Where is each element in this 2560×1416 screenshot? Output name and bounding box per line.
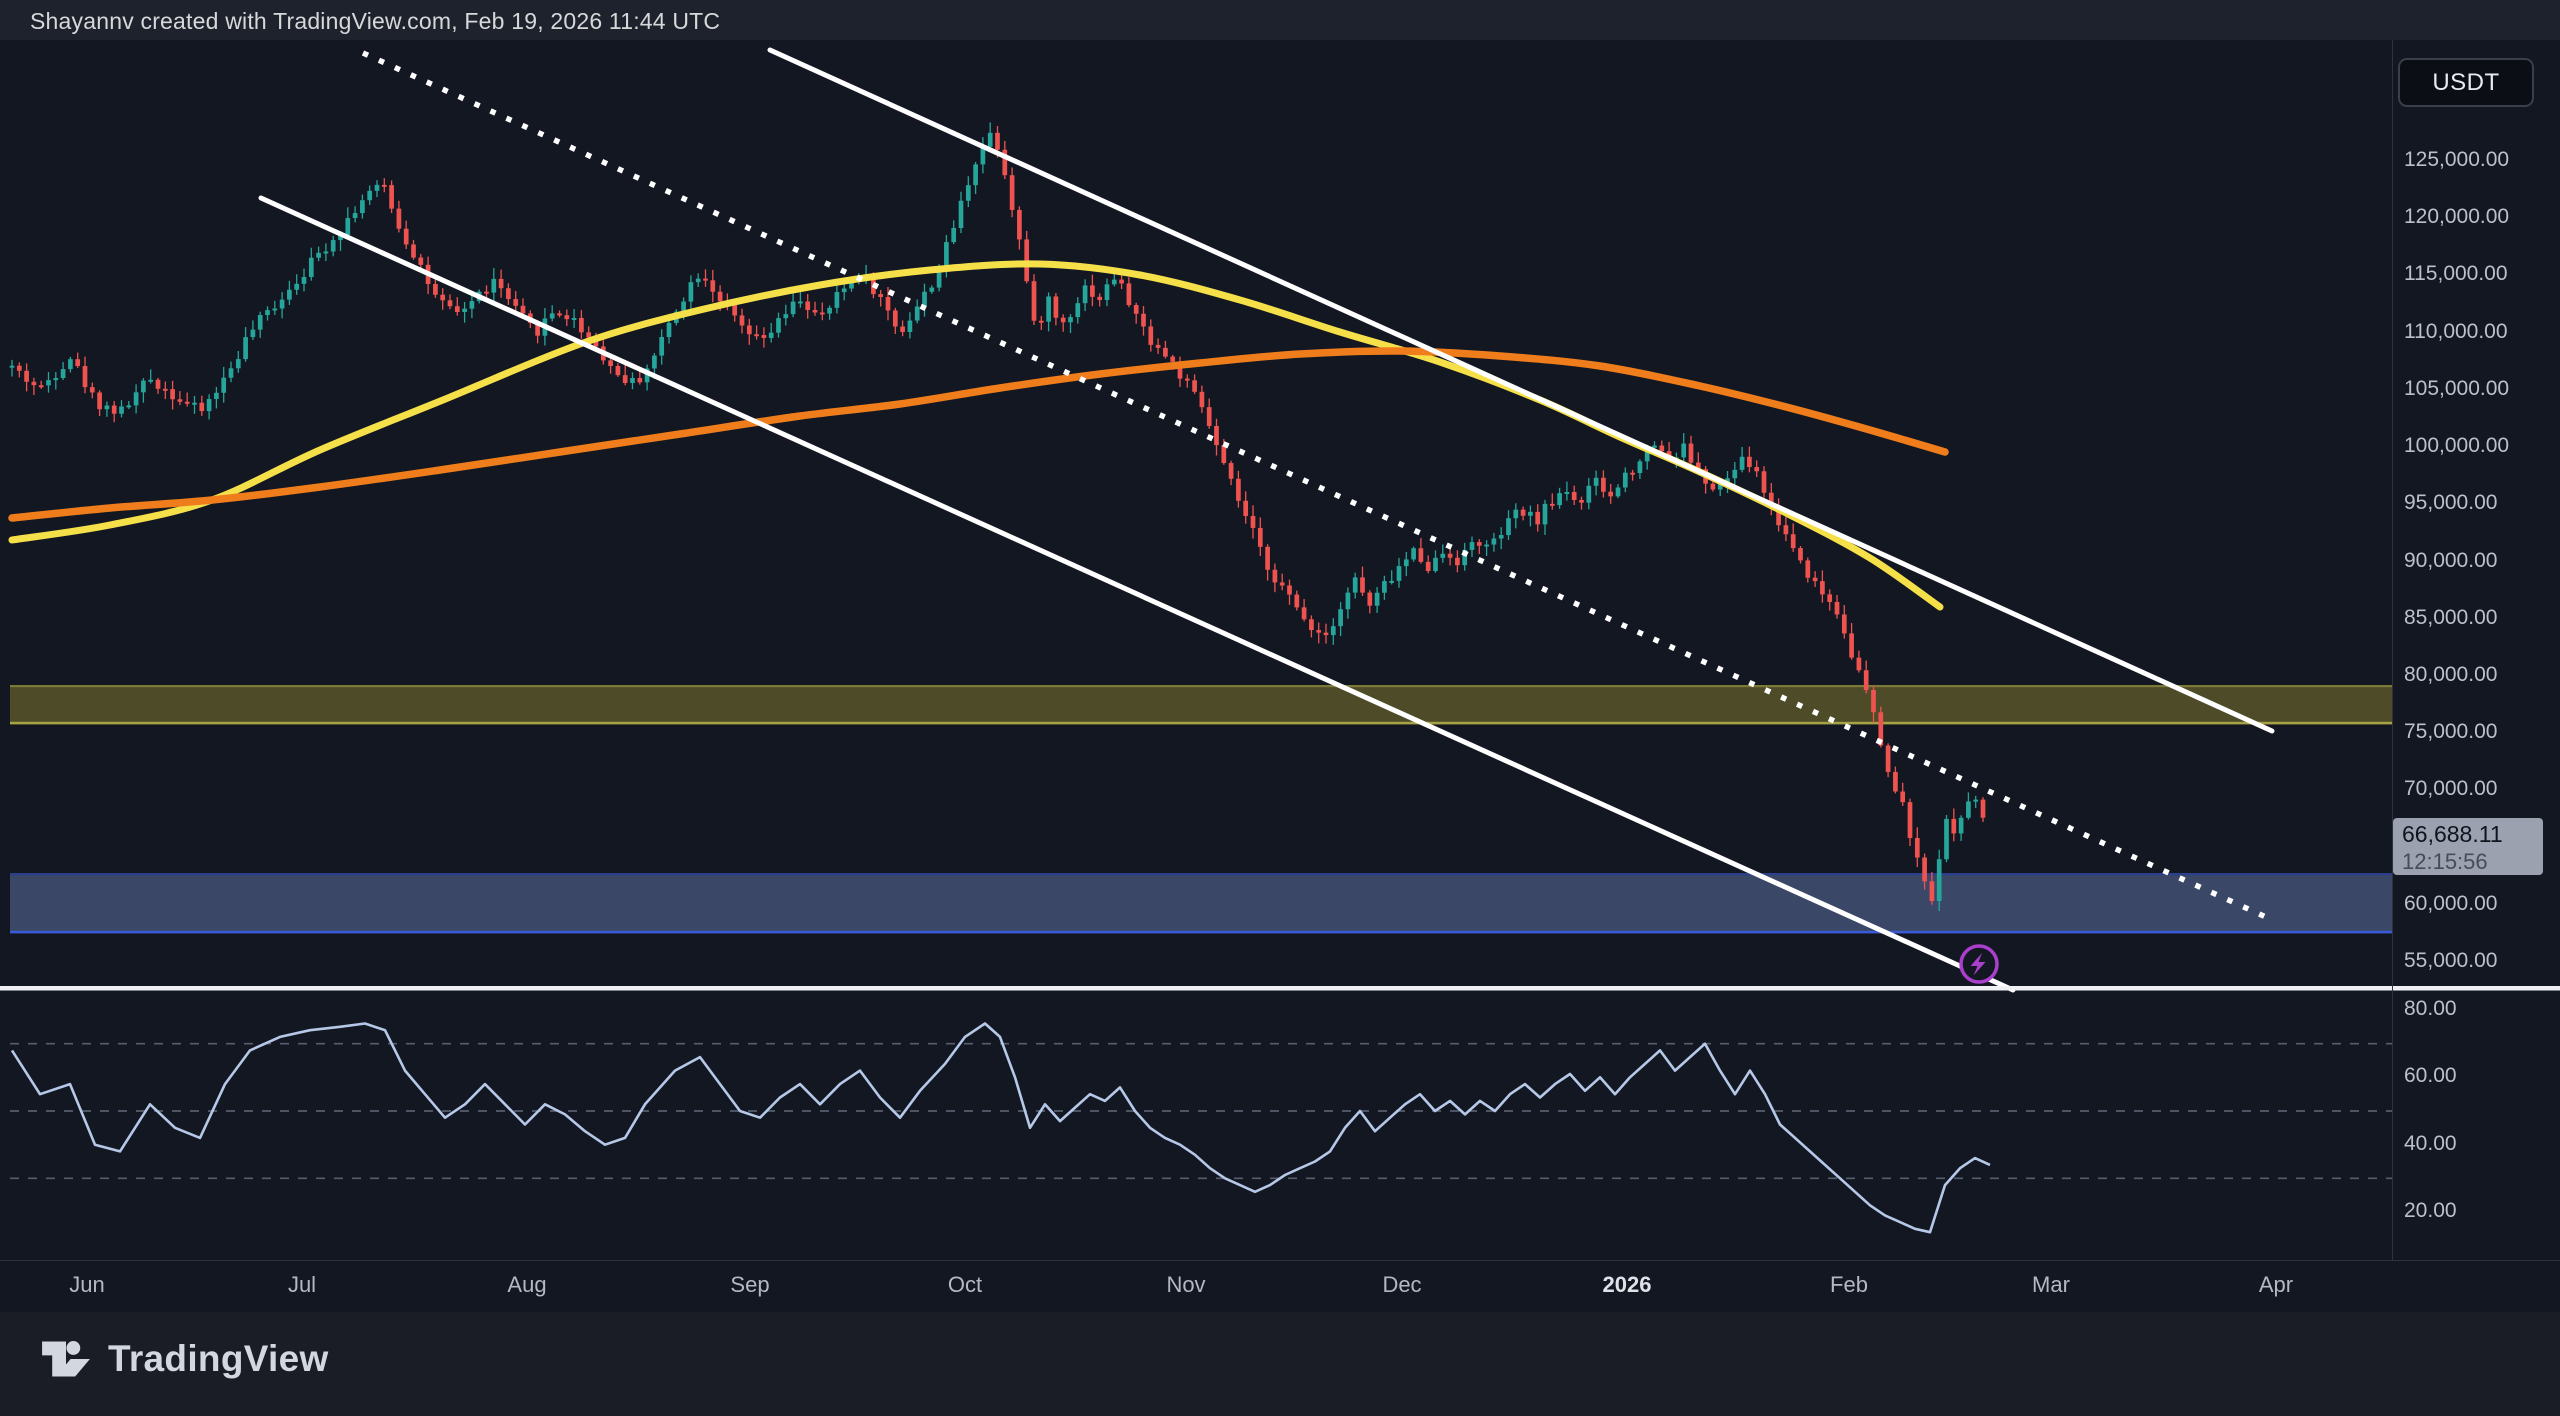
time-tick-Sep: Sep — [730, 1272, 769, 1298]
time-tick-Apr: Apr — [2259, 1272, 2293, 1298]
rsi-tick-20: 20.00 — [2404, 1199, 2457, 1223]
price-tick-95000: 95,000.00 — [2404, 491, 2497, 515]
bar-countdown: 12:15:56 — [2402, 849, 2543, 875]
resistance-zone[interactable] — [10, 686, 2392, 723]
last-price-value: 66,688.11 — [2402, 821, 2543, 848]
price-tick-85000: 85,000.00 — [2404, 606, 2497, 630]
time-axis[interactable] — [0, 1260, 2560, 1313]
price-tick-70000: 70,000.00 — [2404, 777, 2497, 801]
rsi-tick-80: 80.00 — [2404, 997, 2457, 1021]
tradingview-logo-text: TradingView — [108, 1338, 329, 1380]
price-tick-60000: 60,000.00 — [2404, 892, 2497, 916]
chart-canvas[interactable] — [0, 0, 2560, 1416]
time-tick-2026: 2026 — [1603, 1272, 1652, 1298]
time-tick-Dec: Dec — [1382, 1272, 1421, 1298]
price-tick-120000: 120,000.00 — [2404, 205, 2509, 229]
resistance-zone-top-edge — [10, 685, 2392, 687]
support-zone-bottom-edge — [10, 931, 2392, 934]
chart-attribution-title: Shayannv created with TradingView.com, F… — [30, 8, 720, 35]
price-tick-110000: 110,000.00 — [2404, 320, 2508, 344]
pane-separator[interactable] — [0, 986, 2560, 991]
tradingview-chart-window: Shayannv created with TradingView.com, F… — [0, 0, 2560, 1416]
time-tick-Nov: Nov — [1166, 1272, 1205, 1298]
time-tick-Aug: Aug — [507, 1272, 546, 1298]
title-bar: Shayannv created with TradingView.com, F… — [0, 0, 2560, 40]
price-tick-115000: 115,000.00 — [2404, 262, 2508, 286]
support-zone-top-edge — [10, 873, 2392, 875]
rsi-line[interactable] — [12, 1024, 1990, 1233]
price-tick-80000: 80,000.00 — [2404, 663, 2497, 687]
price-tick-75000: 75,000.00 — [2404, 720, 2497, 744]
quote-currency-badge[interactable]: USDT — [2398, 58, 2534, 107]
price-tick-90000: 90,000.00 — [2404, 549, 2497, 573]
tradingview-logo[interactable]: TradingView — [40, 1336, 329, 1382]
price-tick-105000: 105,000.00 — [2404, 377, 2509, 401]
channel-lower-trendline[interactable] — [261, 198, 2013, 990]
candles-up — [10, 122, 1978, 911]
last-price-tag: 66,688.11 12:15:56 — [2393, 818, 2543, 875]
resistance-zone-bottom-edge — [10, 722, 2392, 725]
time-tick-Mar: Mar — [2032, 1272, 2070, 1298]
support-zone[interactable] — [10, 874, 2392, 932]
candles-down — [17, 126, 1985, 905]
price-tick-100000: 100,000.00 — [2404, 434, 2509, 458]
ma-slow-line[interactable] — [12, 351, 1945, 518]
price-tick-55000: 55,000.00 — [2404, 949, 2497, 973]
time-tick-Jul: Jul — [288, 1272, 316, 1298]
bottom-bar: TradingView — [0, 1312, 2560, 1416]
time-tick-Feb: Feb — [1830, 1272, 1868, 1298]
price-tick-125000: 125,000.00 — [2404, 148, 2509, 172]
time-tick-Oct: Oct — [948, 1272, 982, 1298]
rsi-tick-60: 60.00 — [2404, 1064, 2457, 1088]
tradingview-logo-icon — [40, 1336, 92, 1382]
rsi-tick-40: 40.00 — [2404, 1132, 2457, 1156]
time-tick-Jun: Jun — [69, 1272, 104, 1298]
ma-fast-line[interactable] — [12, 264, 1940, 607]
dotted-midline[interactable] — [363, 53, 2268, 918]
